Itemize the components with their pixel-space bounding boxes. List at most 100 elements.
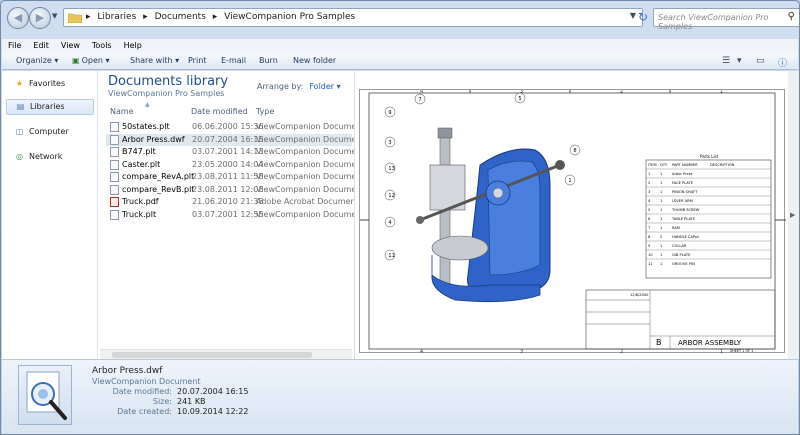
view-options-icon[interactable]: ☰ [722, 56, 730, 66]
file-name: Truck.pdf [122, 197, 159, 206]
file-row[interactable]: compare_RevA.plt 23.08.2011 11:58 ViewComp… [106, 171, 364, 183]
open-button[interactable]: ▣ Open ▾ [72, 56, 110, 65]
sidebar-item-libraries[interactable]: ▤ Libraries [6, 99, 94, 115]
back-button[interactable]: ◀ [7, 7, 29, 29]
chevron-down-icon[interactable]: ▾ [337, 82, 341, 91]
parts-header: PART NUMBER [672, 163, 698, 167]
document-icon [110, 159, 119, 170]
navigation-buttons: ◀ ▶ [7, 7, 55, 29]
search-box[interactable]: Search ViewCompanion Pro Samples ⚲ [653, 8, 799, 31]
column-header-type[interactable]: Type [256, 107, 274, 116]
content-area: ★ Favorites ▤ Libraries ◫ Computer ◎ Network… [2, 71, 799, 359]
scrollbar-thumb[interactable] [112, 352, 312, 358]
sidebar-item-favorites[interactable]: ★ Favorites [14, 79, 65, 88]
parts-cell: 3 [648, 190, 650, 194]
sidebar-item-network[interactable]: ◎ Network [14, 152, 62, 161]
balloon-label: 13 [388, 166, 394, 172]
balloon-label: 9 [388, 110, 391, 116]
preview-scrollbar[interactable]: ▶ [788, 71, 799, 359]
balloon-label: 8 [573, 148, 576, 154]
document-icon [110, 209, 119, 220]
computer-icon: ◫ [15, 127, 24, 136]
file-row[interactable]: 50states.plt 06.06.2000 15:36 ViewCompanio… [106, 121, 364, 133]
file-row[interactable]: Caster.plt 23.05.2000 14:04 ViewCompanion … [106, 159, 364, 171]
file-date: 21.06.2010 21:38 [192, 197, 264, 206]
balloon-label: 3 [388, 140, 391, 146]
file-type: ViewCompanion Document [256, 209, 365, 219]
magnifier-icon [26, 371, 67, 420]
detail-created-value: 10.09.2014 12:22 [177, 407, 249, 416]
preview-pane-icon[interactable]: ▭ [756, 56, 765, 66]
breadcrumb-documents[interactable]: Documents [155, 12, 206, 22]
file-type: ViewCompanion Document [256, 184, 365, 194]
menu-view[interactable]: View [55, 39, 86, 53]
sidebar-item-computer[interactable]: ◫ Computer [14, 127, 69, 136]
parts-cell: 1 [660, 181, 662, 185]
recent-pages-dropdown[interactable]: ▼ [52, 12, 57, 20]
breadcrumb-libraries[interactable]: Libraries [97, 12, 136, 22]
forward-button[interactable]: ▶ [29, 7, 51, 29]
parts-cell: 5 [648, 208, 650, 212]
column-header-name[interactable]: Name [110, 107, 134, 116]
file-name: compare_RevA.plt [122, 172, 195, 181]
menu-help[interactable]: Help [118, 39, 148, 53]
menu-edit[interactable]: Edit [27, 39, 55, 53]
details-pane: Arbor Press.dwf ViewCompanion Document D… [2, 359, 798, 434]
column-header-date[interactable]: Date modified [191, 107, 248, 116]
chevron-right-icon[interactable]: ▶ [790, 211, 795, 219]
search-icon[interactable]: ⚲ [788, 11, 795, 22]
file-name: compare_RevB.plt [122, 184, 195, 194]
help-icon[interactable]: ⓘ [778, 56, 787, 69]
library-subtitle: ViewCompanion Pro Samples [108, 89, 225, 98]
balloon-label: 1 [568, 178, 571, 184]
drawing-date: 12/8/2000 [630, 293, 649, 297]
parts-cell: 6 [648, 217, 651, 221]
drawing-title: ARBOR ASSEMBLY [678, 339, 742, 347]
horizontal-scrollbar[interactable] [100, 349, 352, 359]
organize-button[interactable]: Organize ▾ [16, 56, 58, 65]
email-button[interactable]: E-mail [221, 56, 246, 65]
document-icon [110, 147, 119, 157]
balloon-label: 4 [388, 220, 391, 226]
menu-file[interactable]: File [2, 39, 27, 53]
parts-cell: GROOVE PIN [672, 262, 695, 266]
parts-cell: 1 [660, 226, 662, 230]
print-button[interactable]: Print [188, 56, 206, 65]
burn-button[interactable]: Burn [259, 56, 278, 65]
breadcrumb-separator: ▸ [86, 12, 91, 22]
parts-cell: 8 [648, 235, 651, 239]
chevron-down-icon: ▾ [54, 56, 59, 65]
view-options-dropdown-icon[interactable]: ▾ [737, 56, 742, 66]
arrange-by-value[interactable]: Folder [309, 82, 334, 91]
file-row[interactable]: compare_RevB.plt 23.08.2011 12:08 ViewComp… [106, 184, 364, 196]
file-date: 20.07.2004 16:15 [192, 134, 264, 144]
file-row[interactable]: Arbor Press.dwf 20.07.2004 16:15 ViewCompa… [106, 133, 364, 146]
file-row[interactable]: Truck.pdf 21.06.2010 21:38 Adobe Acrobat D… [106, 196, 359, 208]
column-label-bottom: 4 [420, 349, 423, 354]
refresh-icon[interactable]: ↻ [632, 8, 654, 27]
parts-cell: 1 [660, 199, 662, 203]
parts-cell: 7 [648, 226, 650, 230]
file-row[interactable]: Truck.plt 03.07.2001 12:55 ViewCompanion D… [106, 209, 364, 221]
column-label-top: 2 [620, 90, 623, 95]
parts-cell: THUMB SCREW [671, 208, 700, 212]
new-folder-button[interactable]: New folder [293, 56, 336, 65]
breadcrumb-separator: ▸ [212, 12, 218, 22]
menu-tools[interactable]: Tools [86, 39, 118, 53]
share-with-button[interactable]: Share with ▾ [130, 56, 179, 65]
chevron-down-icon: ▾ [105, 56, 110, 65]
column-label-top: 1 [720, 90, 723, 95]
file-name: B747.plt [122, 147, 156, 156]
sidebar-item-label: Computer [29, 127, 69, 136]
address-bar[interactable]: ▸ Libraries ▸ Documents ▸ ViewCompanion … [63, 8, 643, 27]
drawing-size-code: B [656, 338, 662, 347]
parts-cell: 1 [660, 217, 662, 221]
file-type: Adobe Acrobat Document [256, 197, 359, 206]
sidebar-item-label: Libraries [30, 102, 65, 111]
parts-cell: FACE PLATE [672, 181, 694, 185]
menu-bar: File Edit View Tools Help [2, 39, 798, 53]
file-row[interactable]: B747.plt 03.07.2001 14:13 ViewCompanion Do… [106, 146, 364, 158]
breadcrumb-current-folder[interactable]: ViewCompanion Pro Samples [224, 12, 355, 22]
balloon-label: 12 [388, 193, 394, 199]
file-name: Truck.plt [122, 209, 157, 219]
